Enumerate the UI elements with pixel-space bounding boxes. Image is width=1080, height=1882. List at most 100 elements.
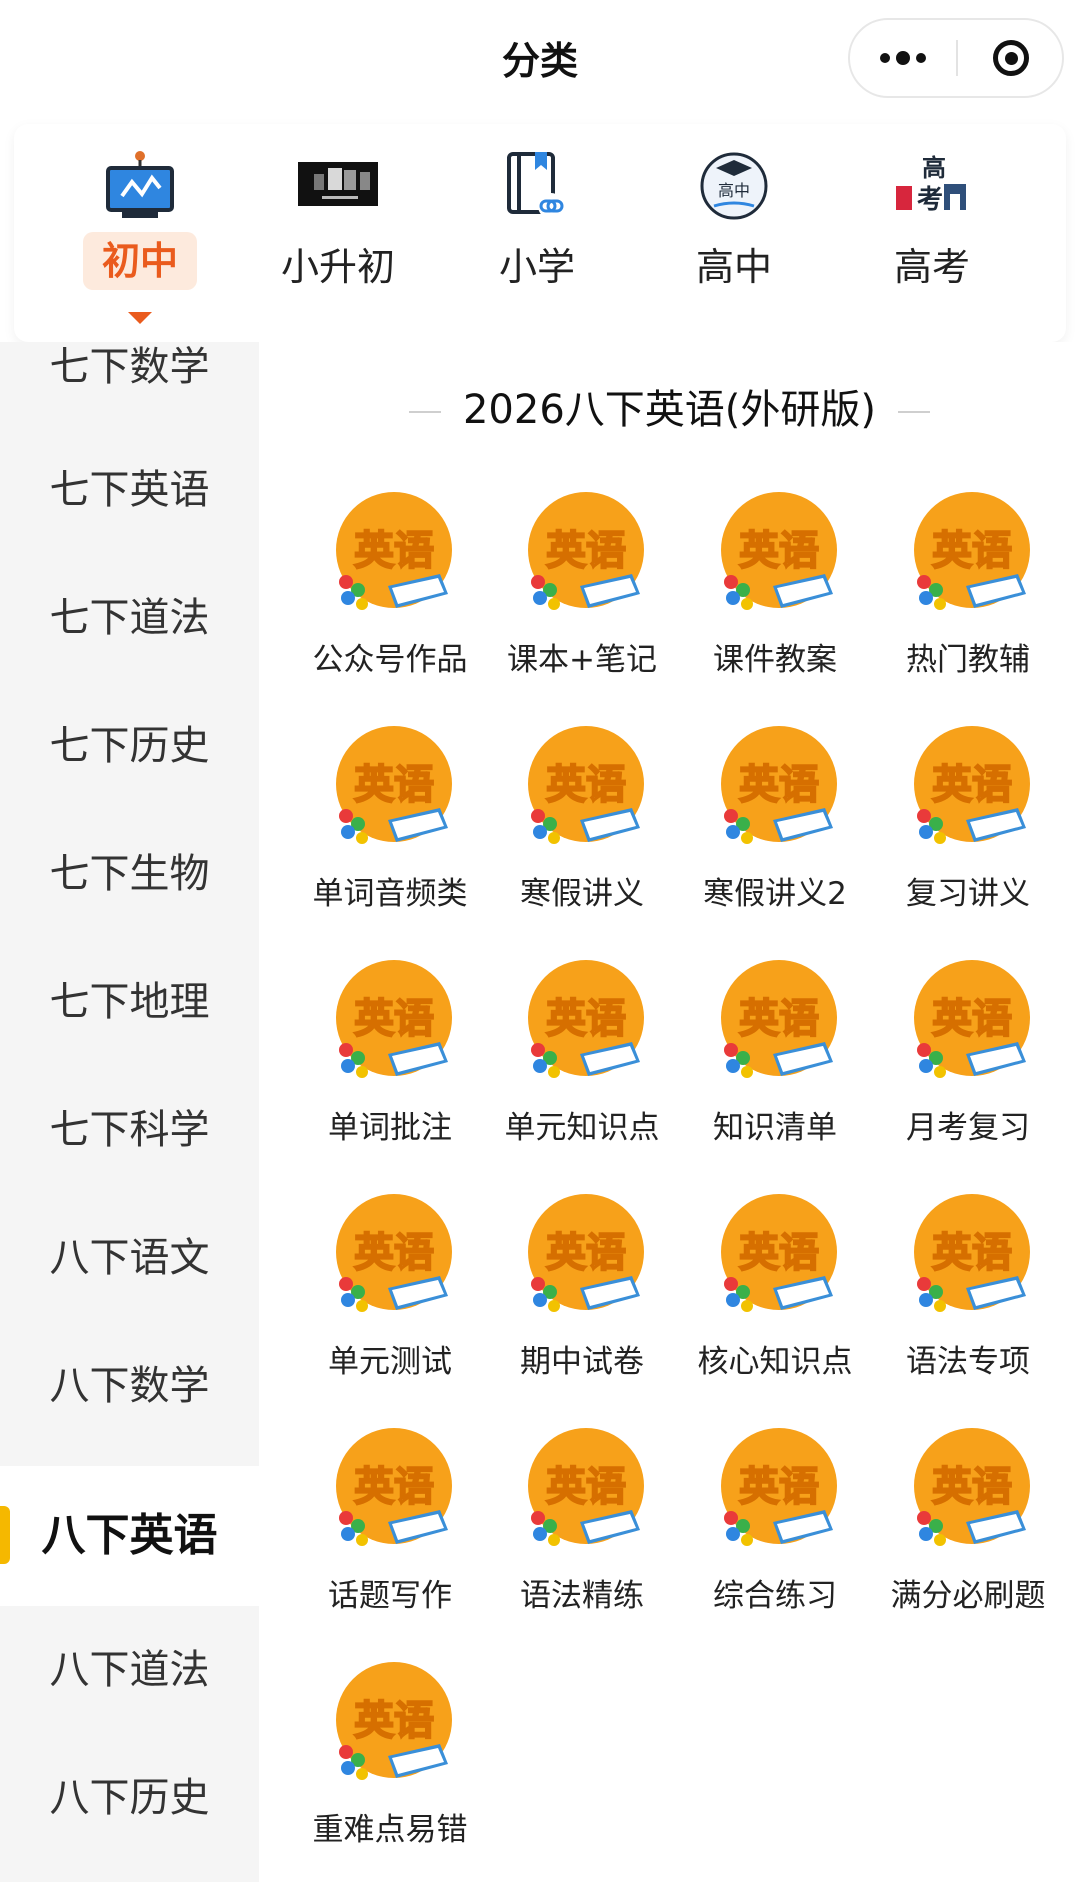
more-icon	[880, 51, 926, 65]
english-book-icon: 英语	[914, 726, 1030, 844]
resource-item[interactable]: 英语 复习讲义	[872, 724, 1064, 944]
subject-sidebar[interactable]: 七下数学 七下英语 七下道法 七下历史 七下生物 七下地理 七下科学 八下语文 …	[0, 342, 259, 1882]
resource-item[interactable]: 英语 课本+笔记	[486, 490, 678, 710]
resource-item-label: 热门教辅	[906, 642, 1030, 678]
english-book-icon: 英语	[914, 492, 1030, 610]
category-tab-junior-high[interactable]: 初中	[65, 124, 215, 342]
resource-item[interactable]: 英语 语法精练	[486, 1426, 678, 1646]
sidebar-item[interactable]: 七下数学	[0, 342, 259, 414]
resource-item[interactable]: 英语 课件教案	[679, 490, 871, 710]
resource-item[interactable]: 英语 热门教辅	[872, 490, 1064, 710]
resource-item[interactable]: 英语 综合练习	[679, 1426, 871, 1646]
english-book-icon: 英语	[336, 726, 452, 844]
resource-item-label: 期中试卷	[520, 1344, 644, 1380]
more-button[interactable]	[850, 20, 956, 96]
high-school-badge-icon: 高中	[700, 152, 768, 220]
section-title: 2026八下英语(外研版)	[259, 377, 1080, 435]
resource-item-label: 综合练习	[713, 1578, 837, 1614]
sidebar-item[interactable]: 七下科学	[0, 1066, 259, 1194]
thumb-label: 英语	[739, 996, 819, 1042]
thumb-label: 英语	[546, 1230, 626, 1276]
resource-item[interactable]: 英语 期中试卷	[486, 1192, 678, 1412]
thumb-label: 英语	[546, 996, 626, 1042]
sidebar-item[interactable]: 七下历史	[0, 682, 259, 810]
resource-item[interactable]: 英语 满分必刷题	[872, 1426, 1064, 1646]
active-indicator	[0, 1506, 10, 1564]
resource-item[interactable]: 英语 重难点易错	[294, 1660, 486, 1880]
thumb-label: 英语	[739, 528, 819, 574]
resource-item[interactable]: 英语 单词批注	[294, 958, 486, 1178]
gaokao-icon: 高 考	[896, 154, 966, 215]
resource-item[interactable]: 英语 公众号作品	[294, 490, 486, 710]
resource-item[interactable]: 英语 寒假讲义	[486, 724, 678, 944]
video-thumbnail-icon	[298, 162, 378, 206]
resource-item-label: 课件教案	[713, 642, 837, 678]
sidebar-item-label: 八下历史	[49, 1775, 210, 1821]
resource-item[interactable]: 英语 月考复习	[872, 958, 1064, 1178]
thumb-label: 英语	[546, 762, 626, 808]
resource-item-label: 满分必刷题	[890, 1578, 1046, 1614]
resource-item[interactable]: 英语 单词音频类	[294, 724, 486, 944]
category-tab-primary-to-junior[interactable]: 小升初	[263, 124, 413, 342]
resource-item[interactable]: 英语 单元测试	[294, 1192, 486, 1412]
category-tab-primary[interactable]: 小学	[462, 124, 612, 342]
resource-item-label: 重难点易错	[312, 1812, 468, 1848]
category-label: 初中	[83, 232, 197, 290]
sidebar-item-label: 八下数学	[49, 1363, 210, 1409]
resource-item[interactable]: 英语 话题写作	[294, 1426, 486, 1646]
sidebar-item-active[interactable]: 八下英语	[0, 1466, 259, 1606]
thumb-label: 英语	[932, 1464, 1012, 1510]
sidebar-item-label: 七下生物	[49, 851, 210, 897]
title-dash-right	[898, 411, 930, 413]
resource-item[interactable]: 英语 知识清单	[679, 958, 871, 1178]
category-label: 高考	[893, 245, 970, 289]
sidebar-item[interactable]: 七下地理	[0, 938, 259, 1066]
category-label: 小学	[498, 245, 575, 289]
thumb-label: 英语	[739, 762, 819, 808]
sidebar-item-label: 八下英语	[41, 1510, 218, 1561]
english-book-icon: 英语	[528, 1194, 644, 1312]
resource-item-label: 寒假讲义2	[703, 876, 847, 912]
resource-item[interactable]: 英语 语法专项	[872, 1192, 1064, 1412]
english-book-icon: 英语	[721, 1194, 837, 1312]
thumb-label: 英语	[932, 528, 1012, 574]
content-panel: 2026八下英语(外研版) 英语 公众号作品 英语 课本+笔记 英语 课件教案 …	[259, 342, 1080, 1882]
sidebar-item[interactable]: 八下语文	[0, 1194, 259, 1322]
resource-item[interactable]: 英语 单元知识点	[486, 958, 678, 1178]
english-book-icon: 英语	[721, 726, 837, 844]
resource-item-label: 知识清单	[713, 1110, 837, 1146]
resource-item-label: 核心知识点	[697, 1344, 853, 1380]
thumb-label: 英语	[354, 1698, 434, 1744]
sidebar-item[interactable]: 八下道法	[0, 1606, 259, 1734]
sidebar-item-label: 七下道法	[49, 595, 210, 641]
resource-item[interactable]: 英语 核心知识点	[679, 1192, 871, 1412]
resource-item-label: 单元测试	[328, 1344, 452, 1380]
close-mini-program-button[interactable]	[958, 20, 1064, 96]
resource-item-label: 公众号作品	[312, 642, 468, 678]
resource-item[interactable]: 英语 寒假讲义2	[679, 724, 871, 944]
resource-item-label: 单元知识点	[504, 1110, 660, 1146]
category-tab-senior-high[interactable]: 高中 高中	[659, 124, 809, 342]
category-bar: 初中 小升初 小学 高中 高中 高 考 高考	[14, 124, 1066, 342]
english-book-icon: 英语	[721, 1428, 837, 1546]
english-book-icon: 英语	[914, 1194, 1030, 1312]
thumb-label: 英语	[932, 996, 1012, 1042]
sidebar-item[interactable]: 八下数学	[0, 1322, 259, 1450]
sidebar-item[interactable]: 八下历史	[0, 1734, 259, 1862]
category-label: 高中	[695, 245, 772, 289]
thumb-label: 英语	[932, 1230, 1012, 1276]
sidebar-item[interactable]: 七下生物	[0, 810, 259, 938]
english-book-icon: 英语	[914, 1428, 1030, 1546]
sidebar-item[interactable]: 七下英语	[0, 426, 259, 554]
sidebar-item[interactable]: 七下道法	[0, 554, 259, 682]
sidebar-item-label: 七下历史	[49, 723, 210, 769]
thumb-label: 英语	[739, 1230, 819, 1276]
category-tab-gaokao[interactable]: 高 考 高考	[857, 124, 1007, 342]
english-book-icon: 英语	[528, 492, 644, 610]
sidebar-item-label: 八下语文	[49, 1235, 210, 1281]
sidebar-item-label: 七下地理	[49, 979, 210, 1025]
title-dash-left	[408, 411, 441, 413]
nav-header: 分类	[0, 0, 1080, 116]
english-book-icon: 英语	[528, 726, 644, 844]
english-book-icon: 英语	[336, 1428, 452, 1546]
